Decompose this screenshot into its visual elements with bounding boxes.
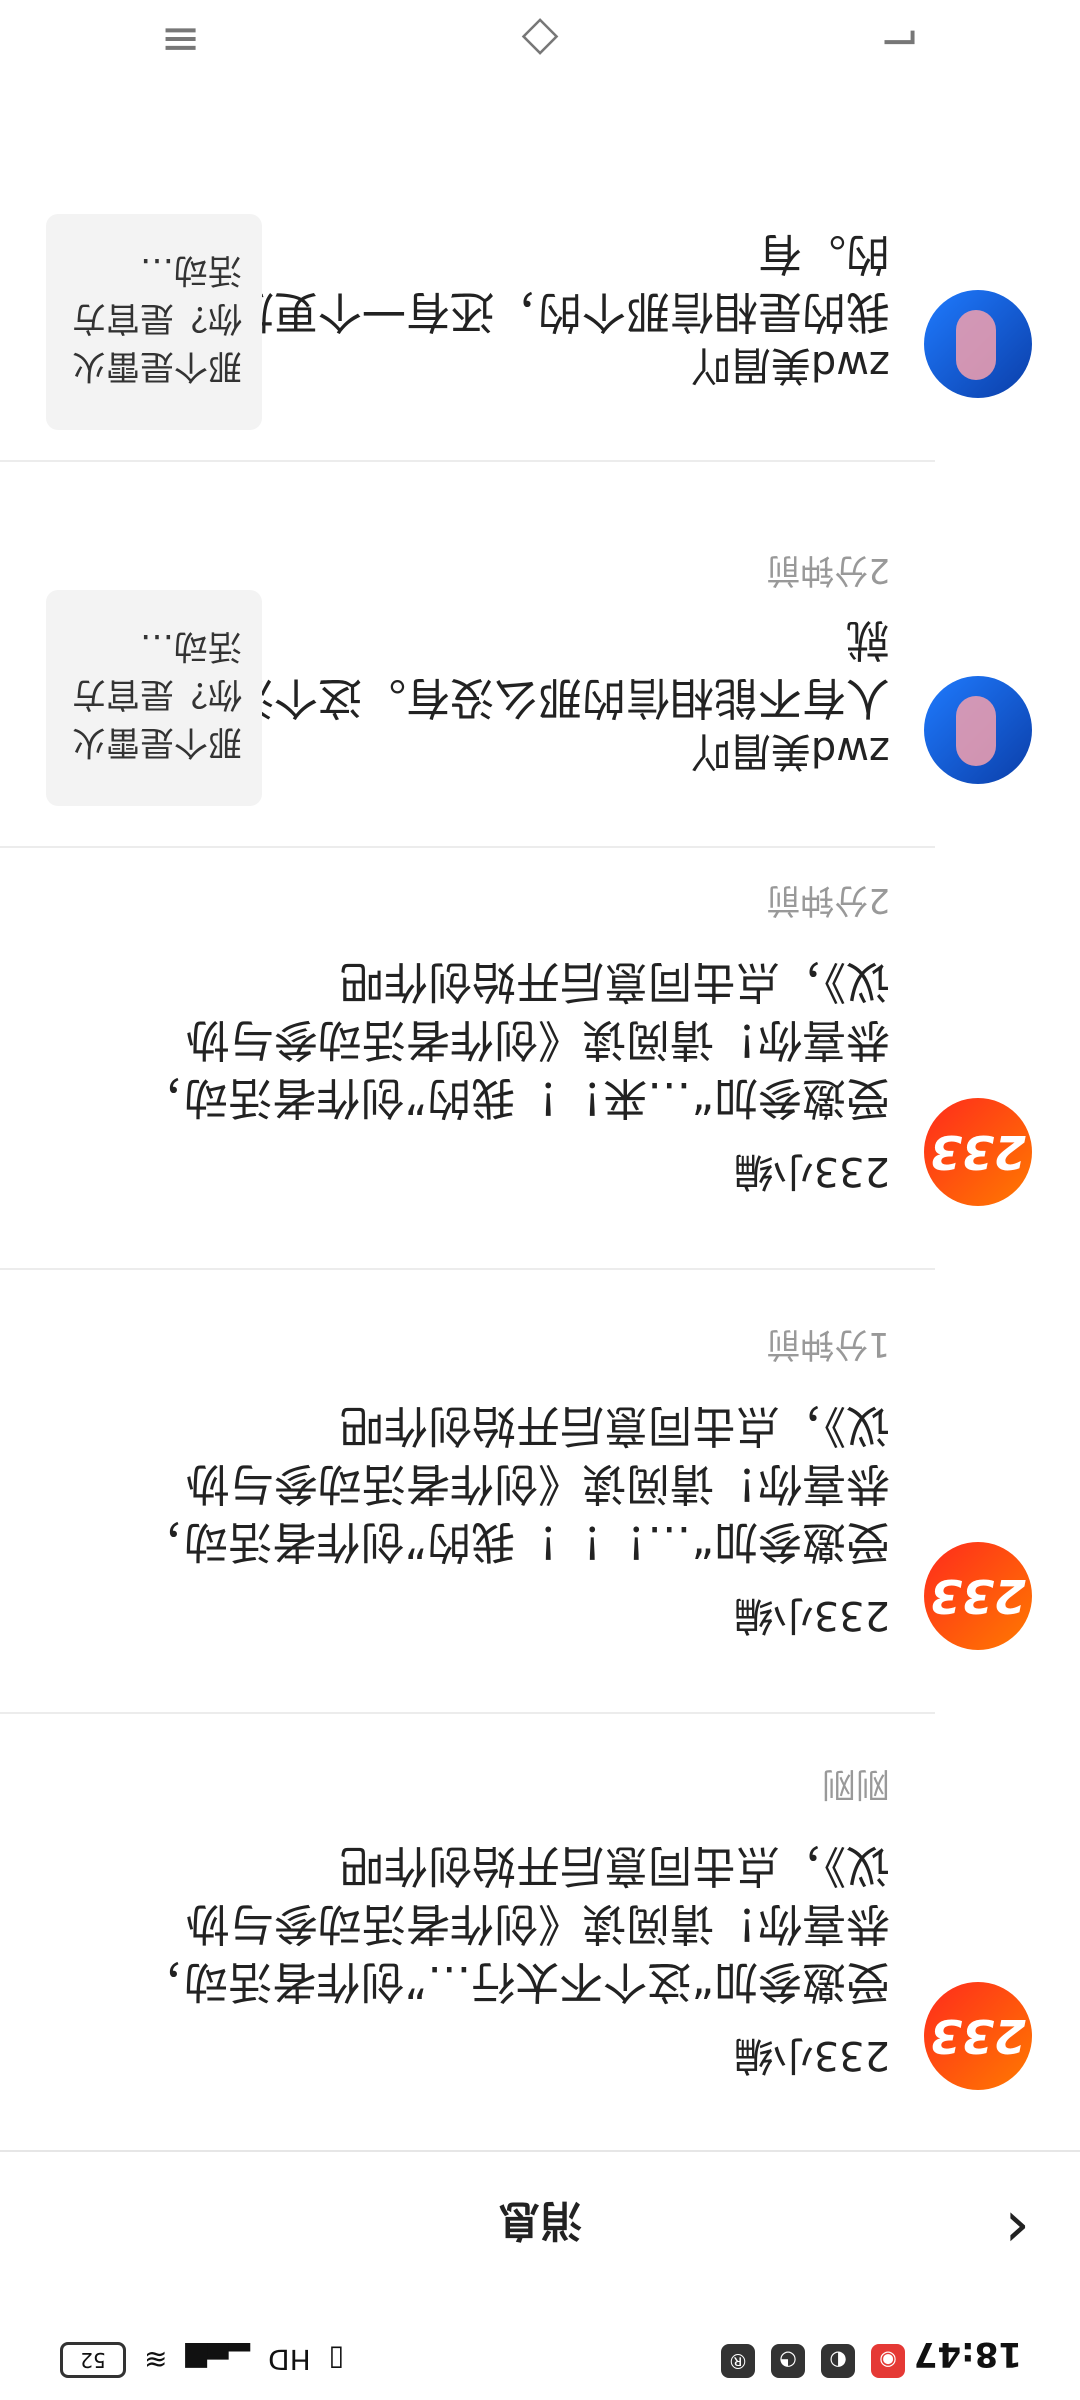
message-sender: 233小编 bbox=[733, 1148, 890, 1194]
message-item[interactable]: 233 233小编 受邀参加“…来！！我的”创作者活动，恭喜你！请阅读《创作者活… bbox=[0, 828, 1080, 1268]
row-divider bbox=[0, 1268, 935, 1270]
map-icon: ◐ bbox=[821, 2344, 855, 2378]
avatar[interactable]: 233 bbox=[924, 1542, 1032, 1650]
thumbnail-text: 那个是雷火你？是官方活动… bbox=[72, 626, 242, 762]
row-divider bbox=[0, 460, 935, 462]
message-text: 受邀参加“…！！！我的”创作者活动，恭喜你！请阅读《创作者活动参与协议》，点击同… bbox=[140, 1400, 890, 1567]
wifi-icon: ≋ bbox=[144, 2343, 168, 2377]
row-divider bbox=[0, 846, 935, 848]
message-text: 受邀参加“…来！！我的”创作者活动，恭喜你！请阅读《创作者活动参与协议》，点击同… bbox=[140, 956, 890, 1123]
app-icon: ® bbox=[721, 2344, 755, 2378]
message-time: 刚刚 bbox=[822, 1764, 890, 1804]
signal-icon: ▂▄▆ bbox=[185, 2343, 251, 2377]
avatar[interactable] bbox=[924, 676, 1032, 784]
message-item[interactable]: zwd美眉吖 人有不能相信的那么没有。这个没办法就 2分钟前 那个是雷火你？是官… bbox=[0, 456, 1080, 846]
header: ‹ 消息 bbox=[0, 2154, 1080, 2304]
message-sender: zwd美眉吖 bbox=[690, 342, 890, 388]
message-text: 受邀参加“这个不太行…”创作者活动，恭喜你！请阅读《创作者活动参与协议》，点击同… bbox=[140, 1840, 890, 2007]
avatar[interactable] bbox=[924, 290, 1032, 398]
message-sender: 233小编 bbox=[733, 1592, 890, 1638]
message-time: 2分钟前 bbox=[766, 880, 890, 920]
post-thumbnail[interactable]: 那个是雷火你？是官方活动… bbox=[46, 590, 262, 806]
status-bar: 18:47 ◉ ◐ ◔ ® ▯ HD ▂▄▆ ≋ 52 bbox=[0, 2304, 1080, 2400]
message-sender: 233小编 bbox=[733, 2032, 890, 2078]
message-time: 1分钟前 bbox=[766, 1324, 890, 1364]
message-item[interactable]: 233 233小编 受邀参加“这个不太行…”创作者活动，恭喜你！请阅读《创作者活… bbox=[0, 1714, 1080, 2150]
chat-icon: ◔ bbox=[771, 2344, 805, 2378]
message-sender: zwd美眉吖 bbox=[690, 728, 890, 774]
battery-icon: 52 bbox=[60, 2342, 126, 2378]
message-item[interactable]: zwd美眉吖 我的是相信那个的，还有一个更加好的。有 那个是雷火你？是官方活动… bbox=[0, 80, 1080, 460]
notification-badge-icon: ◉ bbox=[871, 2344, 905, 2378]
message-time: 2分钟前 bbox=[766, 550, 890, 590]
thumbnail-text: 那个是雷火你？是官方活动… bbox=[72, 250, 242, 386]
avatar[interactable]: 233 bbox=[924, 1098, 1032, 1206]
vibrate-icon: ▯ bbox=[328, 2343, 345, 2377]
post-thumbnail[interactable]: 那个是雷火你？是官方活动… bbox=[46, 214, 262, 430]
hd-icon: HD bbox=[268, 2343, 311, 2377]
status-right-icons: ▯ HD ▂▄▆ ≋ 52 bbox=[60, 2342, 344, 2378]
row-divider bbox=[0, 1712, 935, 1714]
menu-icon[interactable]: ≡ bbox=[160, 12, 200, 68]
avatar[interactable]: 233 bbox=[924, 1982, 1032, 2090]
status-time: 18:47 bbox=[913, 2334, 1022, 2374]
page-title: 消息 bbox=[498, 2196, 583, 2245]
status-left-icons: ◉ ◐ ◔ ® bbox=[721, 2344, 905, 2378]
message-item[interactable]: 233 233小编 受邀参加“…！！！我的”创作者活动，恭喜你！请阅读《创作者活… bbox=[0, 1272, 1080, 1712]
back-triangle-icon[interactable]: ⌐ bbox=[879, 12, 919, 68]
home-icon[interactable]: ◇ bbox=[522, 12, 559, 68]
system-nav-bar: ⌐ ◇ ≡ bbox=[0, 0, 1080, 80]
header-divider bbox=[0, 2150, 1080, 2152]
screen-rotated: 18:47 ◉ ◐ ◔ ® ▯ HD ▂▄▆ ≋ 52 ‹ 消息 233 233… bbox=[0, 0, 1080, 2400]
